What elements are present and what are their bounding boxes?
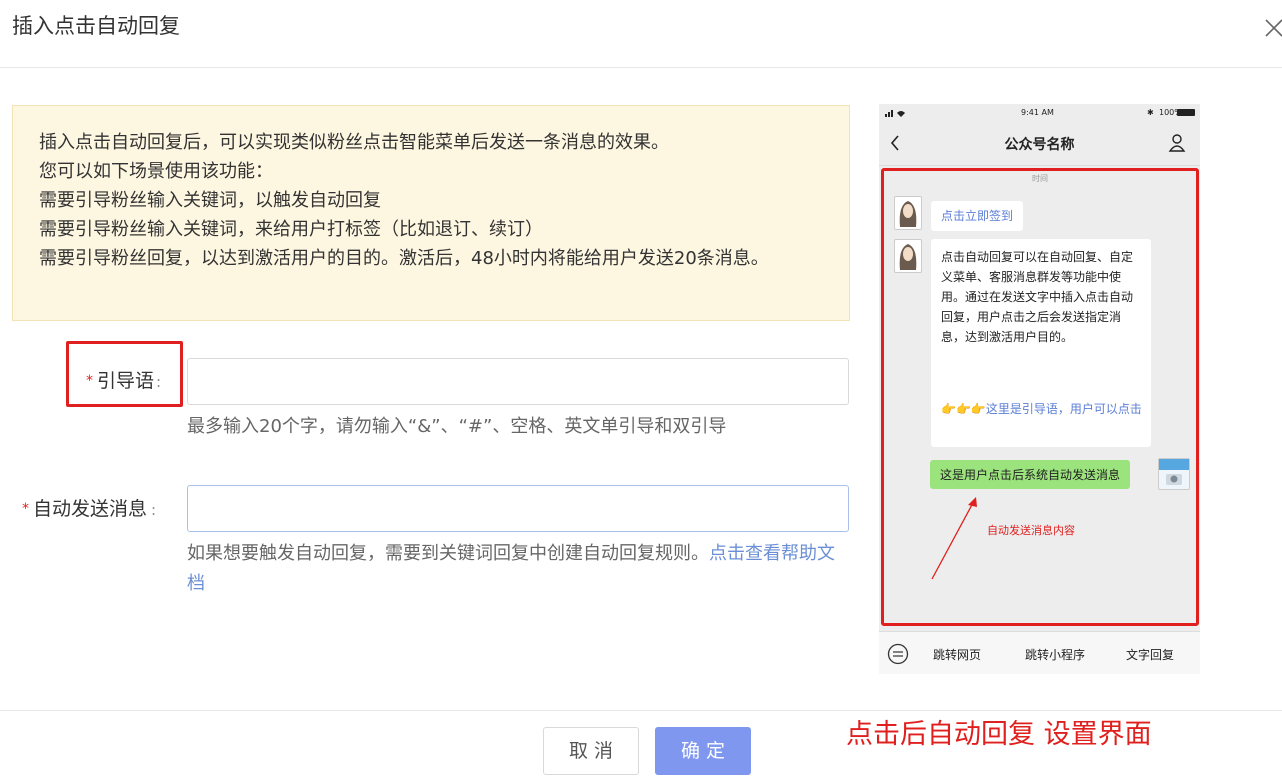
annotation-text: 自动发送消息内容 [987,524,1075,537]
notice-line: 插入点击自动回复后，可以实现类似粉丝点击智能菜单后发送一条消息的效果。 [39,132,669,153]
auto-message-label: * 自动发送消息: [22,494,156,521]
chat-time-divider: 时间 [1032,174,1048,183]
chat-bubble: 点击立即签到 [931,201,1024,231]
battery-icon: ✱ [1147,108,1154,117]
menu-item-miniprogram[interactable]: 跳转小程序 [1025,646,1085,663]
label-colon: : [156,373,162,391]
camera-avatar-icon [1159,459,1189,485]
guide-input[interactable] [187,358,849,405]
avatar-icon [899,244,917,270]
avatar-icon [899,201,917,227]
dialog-title: 插入点击自动回复 [12,14,180,38]
guide-hint: 最多输入20个字，请勿输入“&”、“#”、空格、英文单引导和双引导 [187,416,727,437]
auto-message-hint: 如果想要触发自动回复，需要到关键词回复中创建自动回复规则。点击查看帮助文档 [187,539,847,599]
menu-item-webpage[interactable]: 跳转网页 [933,646,981,663]
bubble-link-text[interactable]: 点击立即签到 [941,209,1013,223]
caption-overlay: 点击后自动回复 设置界面 [846,719,1152,750]
user-icon[interactable] [1168,133,1186,153]
label-colon: : [151,501,157,519]
confirm-button[interactable]: 确 定 [655,727,751,775]
bubble-hint[interactable]: 👉👉👉这里是引导语，用户可以点击 [941,399,1147,419]
guide-label: * 引导语: [86,366,161,393]
phone-menu-bar: 跳转网页 跳转小程序 文字回复 [879,631,1200,674]
chat-area-highlight: 时间 点击立即签到 点击自动回复可以在自动回复、自定义菜单、客服消息群发等功能中… [881,168,1199,626]
auto-message-hint-text: 如果想要触发自动回复，需要到关键词回复中创建自动回复规则。 [187,543,709,564]
signal-icon [885,110,905,117]
notice-line: 需要引导粉丝输入关键词，来给用户打标签（比如退订、续订） [39,219,543,240]
notice-box: 插入点击自动回复后，可以实现类似粉丝点击智能菜单后发送一条消息的效果。 您可以如… [12,105,850,321]
notice-line: 您可以如下场景使用该功能： [39,161,273,182]
avatar [894,239,922,273]
pointing-hand-icon: 👉👉👉 [941,402,986,416]
guide-label-text: 引导语 [97,370,155,392]
keyboard-icon[interactable] [887,643,909,665]
menu-item-text-reply[interactable]: 文字回复 [1126,646,1174,663]
phone-nav-title: 公众号名称 [1004,137,1075,153]
close-icon [1265,19,1282,37]
dialog-header: 插入点击自动回复 [0,0,1282,68]
auto-message-input[interactable] [187,485,849,532]
chat-bubble: 点击自动回复可以在自动回复、自定义菜单、客服消息群发等功能中使用。通过在发送文字… [931,239,1151,447]
user-avatar [1158,458,1190,490]
required-mark: * [86,373,93,389]
annotation-arrow-icon [931,497,977,580]
bubble-hint-text: 这里是引导语，用户可以点击 [985,402,1142,416]
auto-message-label-text: 自动发送消息 [33,498,148,520]
required-mark: * [22,501,29,517]
phone-preview: 9:41 AM ✱ 100% 公众号名称 时间 点击立即签到 点击自动回复可以在… [879,104,1200,674]
user-bubble: 这是用户点击后系统自动发送消息 [930,460,1131,489]
close-button[interactable] [1262,12,1282,40]
phone-nav-bar: 公众号名称 [879,122,1200,166]
notice-line: 需要引导粉丝回复，以达到激活用户的目的。激活后，48小时内将能给用户发送20条消… [39,248,769,269]
status-time: 9:41 AM [1021,108,1054,117]
avatar [894,196,922,230]
bubble-text: 点击自动回复可以在自动回复、自定义菜单、客服消息群发等功能中使用。通过在发送文字… [941,250,1134,344]
status-bar: 9:41 AM ✱ 100% [879,104,1200,122]
notice-line: 需要引导粉丝输入关键词，以触发自动回复 [39,190,381,211]
cancel-button[interactable]: 取 消 [543,727,639,775]
battery-bar [1177,109,1195,116]
